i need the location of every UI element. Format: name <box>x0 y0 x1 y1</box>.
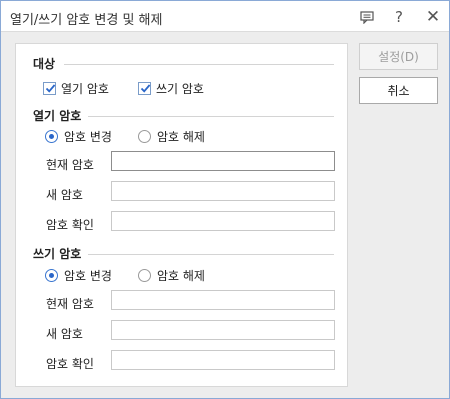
open-password-label: 열기 암호 <box>61 82 109 96</box>
open-new-label: 새 암호 <box>46 188 83 202</box>
open-divider <box>88 116 334 117</box>
radio-icon[interactable] <box>138 130 151 143</box>
write-new-label: 새 암호 <box>46 327 83 341</box>
open-section-title: 열기 암호 <box>33 109 82 123</box>
open-radio-change-label: 암호 변경 <box>64 130 112 144</box>
open-new-password-input[interactable] <box>112 182 334 200</box>
title-bar: 열기/쓰기 암호 변경 및 해제 ? ✕ <box>1 1 449 32</box>
write-divider <box>88 254 334 255</box>
check-icon <box>140 84 151 93</box>
open-password-checkbox[interactable]: 열기 암호 <box>43 80 109 97</box>
open-confirm-label: 암호 확인 <box>46 218 94 232</box>
open-current-label: 현재 암호 <box>46 158 94 172</box>
open-confirm-password-field[interactable] <box>111 211 335 231</box>
open-radio-remove[interactable]: 암호 해제 <box>138 128 205 145</box>
write-new-password-input[interactable] <box>112 321 334 339</box>
open-confirm-password-input[interactable] <box>112 212 334 230</box>
open-current-password-input[interactable] <box>112 152 334 170</box>
write-section-title: 쓰기 암호 <box>33 247 82 261</box>
open-current-password-field[interactable] <box>111 151 335 171</box>
write-current-password-field[interactable] <box>111 290 335 310</box>
close-icon[interactable]: ✕ <box>423 7 443 27</box>
write-radio-remove[interactable]: 암호 해제 <box>138 267 205 284</box>
check-icon <box>45 84 56 93</box>
open-radio-change[interactable]: 암호 변경 <box>45 128 112 145</box>
write-new-password-field[interactable] <box>111 320 335 340</box>
write-current-password-input[interactable] <box>112 291 334 309</box>
checkbox-box[interactable] <box>43 82 56 95</box>
write-radio-remove-label: 암호 해제 <box>157 269 205 283</box>
write-radio-change[interactable]: 암호 변경 <box>45 267 112 284</box>
write-confirm-label: 암호 확인 <box>46 357 94 371</box>
radio-icon[interactable] <box>138 269 151 282</box>
open-radio-remove-label: 암호 해제 <box>157 130 205 144</box>
write-current-label: 현재 암호 <box>46 297 94 311</box>
password-dialog: 열기/쓰기 암호 변경 및 해제 ? ✕ 대상 열기 암호 쓰기 암호 열기 암… <box>0 0 450 399</box>
open-new-password-field[interactable] <box>111 181 335 201</box>
radio-selected-icon[interactable] <box>45 130 58 143</box>
memo-icon[interactable] <box>357 7 377 27</box>
write-password-label: 쓰기 암호 <box>156 82 204 96</box>
settings-panel: 대상 열기 암호 쓰기 암호 열기 암호 암호 변경 암호 해제 현재 암호 새… <box>15 43 348 387</box>
set-button[interactable]: 설정(D) <box>359 43 438 70</box>
help-icon[interactable]: ? <box>389 7 409 27</box>
radio-selected-icon[interactable] <box>45 269 58 282</box>
target-divider <box>64 64 334 65</box>
write-password-checkbox[interactable]: 쓰기 암호 <box>138 80 204 97</box>
checkbox-box[interactable] <box>138 82 151 95</box>
cancel-button[interactable]: 취소 <box>359 77 438 104</box>
target-section-title: 대상 <box>33 57 56 71</box>
write-confirm-password-field[interactable] <box>111 350 335 370</box>
write-radio-change-label: 암호 변경 <box>64 269 112 283</box>
window-title: 열기/쓰기 암호 변경 및 해제 <box>10 13 163 28</box>
write-confirm-password-input[interactable] <box>112 351 334 369</box>
